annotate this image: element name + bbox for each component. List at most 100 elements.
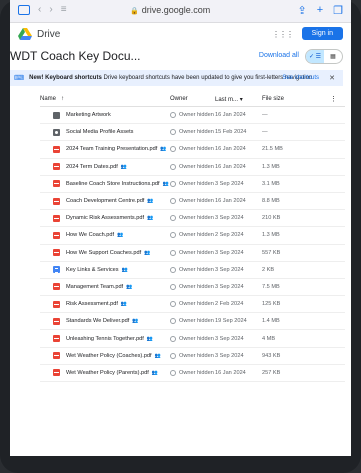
google-drive-logo-icon[interactable] [18,28,32,40]
pdf-icon [53,249,60,257]
tabs-icon[interactable]: ❐ [333,4,343,17]
shared-folder-icon [53,128,60,136]
owner-cell: Owner hidden [170,266,214,273]
tab-overview-icon[interactable]: ≡ [61,5,67,15]
avatar-icon [170,352,176,359]
file-name[interactable]: Management Team.pdf [66,284,123,290]
owner-text: Owner hidden [179,180,214,187]
shared-people-icon: 👥 [162,180,169,187]
file-name[interactable]: How We Support Coaches.pdf [66,250,141,256]
file-name[interactable]: Key Links & Services [66,267,119,273]
drive-header: Drive ⋮⋮⋮ Sign in [10,23,351,45]
avatar-icon [170,301,176,308]
owner-cell: Owner hidden [170,146,214,153]
owner-cell: Owner hidden [170,163,214,170]
file-name[interactable]: Coach Development Centre.pdf [66,198,144,204]
table-row[interactable]: Baseline Coach Store Instructions.pdf 👥 Ow… [40,176,345,193]
modified-date: 3 Sep 2024 [215,215,244,222]
table-row[interactable]: How We Coach.pdf 👥 Owner hidden 2 Sep 2024 1… [40,227,345,245]
share-icon[interactable]: ⇪ [297,4,306,17]
file-name[interactable]: Wet Weather Policy (Coaches).pdf [66,353,152,359]
new-tab-icon[interactable]: + [317,4,323,17]
file-name[interactable]: Wet Weather Policy (Parents).pdf [66,370,149,376]
sign-in-button[interactable]: Sign in [301,27,343,40]
sort-ascending-icon[interactable]: ↑ [61,96,64,102]
file-name[interactable]: Risk Assessment.pdf [66,301,118,307]
table-row[interactable]: Unleashing Tennis Together.pdf 👥 Owner hid… [40,330,345,348]
file-name[interactable]: Unleashing Tennis Together.pdf [66,336,144,342]
avatar-icon [170,266,176,273]
pdf-icon [53,214,60,222]
close-icon[interactable]: ✕ [329,74,335,82]
avatar-icon [170,369,176,376]
owner-text: Owner hidden [179,283,214,290]
file-name[interactable]: 2024 Term Dates.pdf [66,164,118,170]
owner-column-header: Owner [170,96,188,102]
modified-date: 16 Jan 2024 [215,198,246,205]
table-row[interactable]: 2024 Team Training Presentation.pdf 👥 Owne… [40,141,345,159]
back-icon[interactable]: ‹ [38,5,41,15]
table-row[interactable]: Social Media Profile Assets Owner hidden 1… [40,124,345,142]
shared-people-icon: 👥 [121,266,128,273]
table-row[interactable]: 2024 Term Dates.pdf 👥 Owner hidden 16 Jan 2… [40,159,345,176]
modified-date: 3 Sep 2024 [215,335,244,342]
more-options-icon[interactable]: ⋮ [330,95,337,103]
apps-grid-icon[interactable]: ⋮⋮⋮ [272,30,294,39]
avatar-icon [170,112,176,119]
shortcuts-banner: ⌨ New! Keyboard shortcuts Drive keyboard… [10,70,343,86]
table-row[interactable]: Dynamic Risk Assessments.pdf 👥 Owner hidde… [40,210,345,228]
file-name[interactable]: Dynamic Risk Assessments.pdf [66,215,144,221]
address-bar[interactable]: 🔒 drive.google.com [130,5,210,15]
file-name[interactable]: 2024 Team Training Presentation.pdf [66,146,157,152]
file-size: 2 KB [262,266,275,273]
name-column-header[interactable]: Name ↑ [40,96,160,102]
pdf-icon [53,145,60,153]
banner-text: New! Keyboard shortcuts Drive keyboard s… [29,75,312,81]
owner-text: Owner hidden [179,215,214,222]
drive-app-name[interactable]: Drive [37,29,60,40]
modified-date: 15 Feb 2024 [215,129,247,136]
lock-icon: 🔒 [130,8,139,15]
file-name[interactable]: Baseline Coach Store Instructions.pdf [66,181,160,187]
table-row[interactable]: Coach Development Centre.pdf 👥 Owner hidde… [40,193,345,211]
table-row[interactable]: Standards We Deliver.pdf 👥 Owner hidden 19 … [40,313,345,331]
screen: ‹ › ≡ 🔒 drive.google.com ⇪ + ❐ Drive ⋮⋮⋮ … [10,0,351,456]
file-name[interactable]: How We Coach.pdf [66,232,114,238]
download-all-button[interactable]: Download all [259,52,299,59]
modified-date: 16 Jan 2024 [215,163,246,170]
see-shortcuts-link[interactable]: See shortcuts [282,75,319,81]
list-view-button[interactable]: ✓ ☰ [306,50,324,63]
grid-view-button[interactable]: ▦ [324,50,342,63]
table-row[interactable]: How We Support Coaches.pdf 👥 Owner hidden 3… [40,245,345,262]
table-row[interactable]: Marketing Artwork Owner hidden 16 Jan 2024… [40,107,345,125]
modified-header-label: Last m... [215,96,239,103]
owner-cell: Owner hidden [170,198,214,205]
table-row[interactable]: Wet Weather Policy (Coaches).pdf 👥 Owner h… [40,348,345,365]
table-row[interactable]: Key Links & Services 👥 Owner hidden 3 Sep 2… [40,262,345,279]
modified-date: 16 Jan 2024 [215,146,246,153]
avatar-icon [170,146,176,153]
forward-icon[interactable]: › [49,5,52,15]
table-row[interactable]: Management Team.pdf 👥 Owner hidden 3 Sep 20… [40,279,345,297]
pdf-icon [53,231,60,239]
shared-people-icon: 👥 [147,215,154,222]
owner-cell: Owner hidden [170,318,214,325]
owner-cell: Owner hidden [170,335,214,342]
sort-dropdown-icon[interactable]: ▾ [240,97,243,103]
table-row[interactable]: Wet Weather Policy (Parents).pdf 👥 Owner h… [40,365,345,382]
file-name[interactable]: Social Media Profile Assets [66,129,133,135]
sidebar-toggle-icon[interactable] [18,5,30,15]
owner-text: Owner hidden [179,163,214,170]
owner-text: Owner hidden [179,129,214,136]
file-size: 3.1 MB [262,180,280,187]
shared-people-icon: 👥 [120,163,128,170]
owner-text: Owner hidden [179,112,214,119]
modified-date: 16 Jan 2024 [215,369,246,376]
owner-cell: Owner hidden [170,352,214,359]
file-name[interactable]: Standards We Deliver.pdf [66,318,129,324]
owner-text: Owner hidden [179,318,214,325]
table-row[interactable]: Risk Assessment.pdf 👥 Owner hidden 2 Feb 20… [40,296,345,314]
doc-icon [53,266,60,274]
modified-column-header[interactable]: Last m... ▾ [215,96,243,103]
file-name[interactable]: Marketing Artwork [66,112,111,118]
